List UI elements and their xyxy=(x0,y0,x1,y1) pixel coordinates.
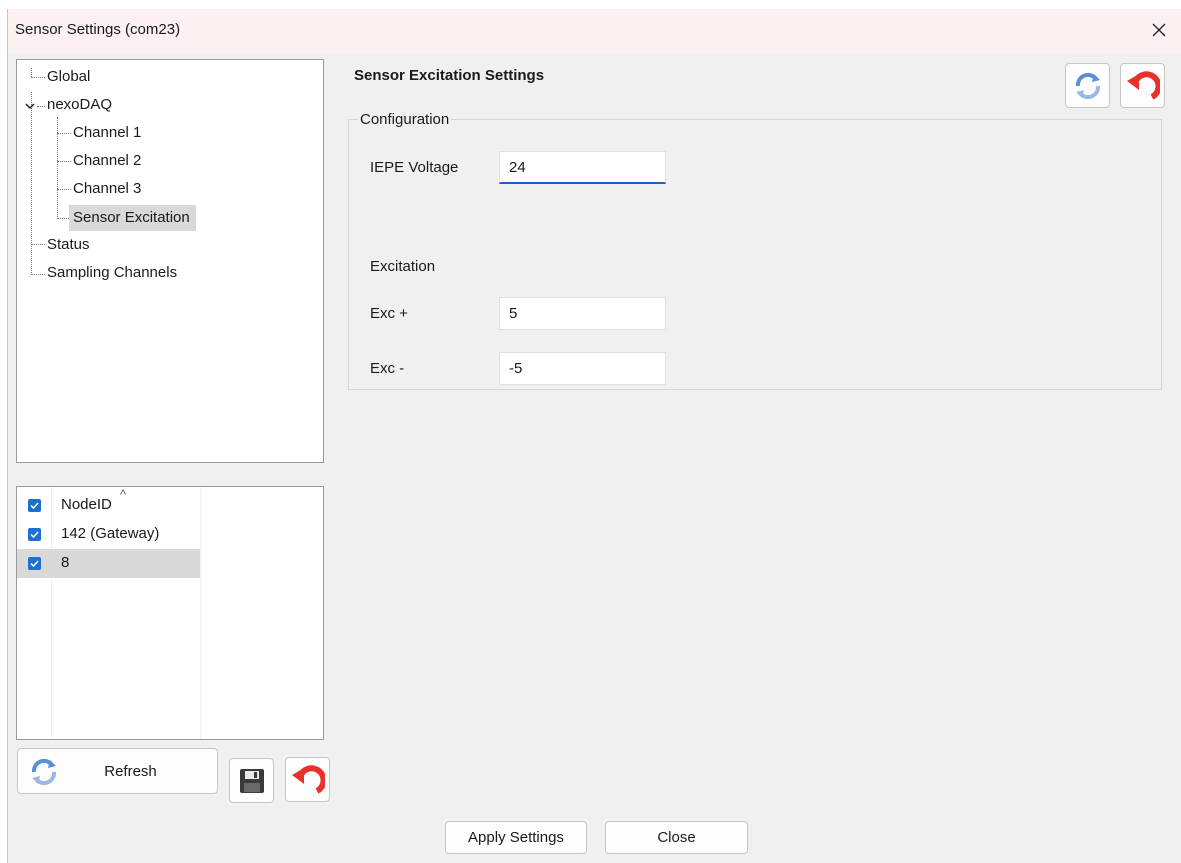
exc-plus-field[interactable]: 5 xyxy=(499,297,666,330)
page-title: Sensor Excitation Settings xyxy=(354,67,545,84)
node-list-header[interactable]: NodeID ^ xyxy=(17,487,200,520)
revert-settings-button[interactable] xyxy=(1120,63,1165,108)
nodeid-column-header[interactable]: NodeID xyxy=(61,496,112,513)
save-button[interactable] xyxy=(229,758,274,803)
apply-settings-button[interactable]: Apply Settings xyxy=(445,821,587,854)
configuration-group xyxy=(348,119,1162,390)
tree-item-channel-3[interactable]: Channel 3 xyxy=(73,176,141,202)
tree-item-global[interactable]: Global xyxy=(47,64,90,90)
iepe-voltage-field[interactable]: 24 xyxy=(499,151,666,184)
undo-icon xyxy=(1126,70,1160,100)
refresh-icon xyxy=(1075,72,1100,99)
tree-item-status[interactable]: Status xyxy=(47,232,90,258)
select-all-checkbox[interactable] xyxy=(28,499,41,512)
exc-minus-field[interactable]: -5 xyxy=(499,352,666,385)
undo-button[interactable] xyxy=(285,757,330,802)
close-window-button[interactable] xyxy=(1146,17,1172,43)
exc-plus-label: Exc + xyxy=(370,305,408,322)
list-item[interactable]: 142 (Gateway) xyxy=(17,520,200,549)
tree-item-sampling-channels[interactable]: Sampling Channels xyxy=(47,260,177,286)
check-icon xyxy=(30,560,39,568)
reload-settings-button[interactable] xyxy=(1065,63,1110,108)
refresh-label: Refresh xyxy=(104,762,157,780)
refresh-icon xyxy=(31,758,57,786)
node-checkbox[interactable] xyxy=(28,528,41,541)
check-icon xyxy=(30,531,39,539)
sort-ascending-icon: ^ xyxy=(120,487,127,502)
refresh-button[interactable]: Refresh xyxy=(17,748,218,794)
save-icon xyxy=(239,768,264,793)
window-title: Sensor Settings (com23) xyxy=(15,21,181,38)
tree-item-channel-2[interactable]: Channel 2 xyxy=(73,148,141,174)
node-list[interactable]: NodeID ^ 142 (Gateway) 8 xyxy=(16,486,324,740)
node-checkbox[interactable] xyxy=(28,557,41,570)
exc-minus-label: Exc - xyxy=(370,360,405,377)
close-icon xyxy=(1152,23,1166,37)
configuration-group-label: Configuration xyxy=(358,111,452,128)
excitation-label: Excitation xyxy=(370,258,436,275)
close-button[interactable]: Close xyxy=(605,821,748,854)
tree-item-channel-1[interactable]: Channel 1 xyxy=(73,120,141,146)
title-bar: Sensor Settings (com23) xyxy=(8,9,1181,53)
list-item[interactable]: 8 xyxy=(17,549,200,578)
undo-icon xyxy=(291,764,325,794)
node-label: 8 xyxy=(61,554,70,571)
iepe-voltage-label: IEPE Voltage xyxy=(370,159,459,176)
settings-tree[interactable]: Global nexoDAQ Channel 1 Channel 2 Chann… xyxy=(16,59,324,463)
node-label: 142 (Gateway) xyxy=(61,525,160,542)
chevron-down-icon[interactable] xyxy=(24,100,36,112)
check-icon xyxy=(30,502,39,510)
tree-item-nexodaq[interactable]: nexoDAQ xyxy=(47,92,112,118)
tree-item-sensor-excitation[interactable]: Sensor Excitation xyxy=(69,205,196,231)
